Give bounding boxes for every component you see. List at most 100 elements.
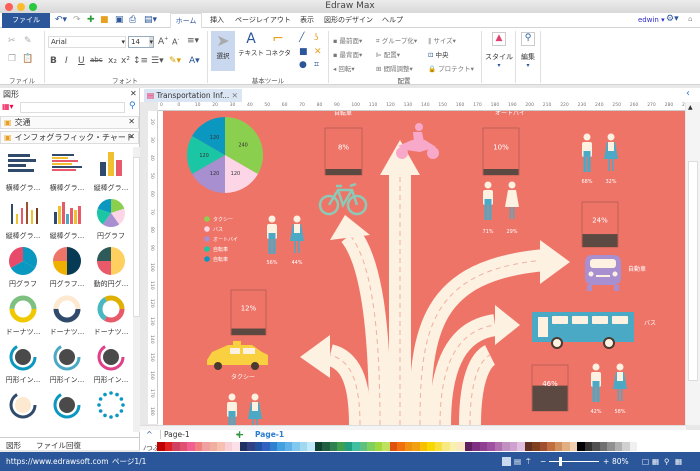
page-select[interactable]: Page-1 ▾ bbox=[160, 430, 240, 439]
fit-page-icon[interactable]: □ bbox=[642, 452, 649, 471]
color-swatch[interactable] bbox=[547, 442, 555, 451]
zoom-slider[interactable] bbox=[549, 457, 599, 466]
color-swatch[interactable] bbox=[607, 442, 615, 451]
color-swatch[interactable] bbox=[367, 442, 375, 451]
color-swatch[interactable] bbox=[337, 442, 345, 451]
panel-scrollbar[interactable] bbox=[133, 147, 140, 432]
tab-file-recovery[interactable]: ファイル回復 bbox=[36, 440, 81, 451]
export-icon[interactable]: ▤▾ bbox=[144, 15, 157, 25]
color-swatch[interactable] bbox=[524, 442, 532, 451]
bold-icon[interactable]: B bbox=[50, 56, 57, 66]
shape-item[interactable]: 円形イン... bbox=[90, 342, 132, 385]
presentation-icon[interactable]: ⍑ bbox=[526, 452, 531, 471]
collapse-ribbon-icon[interactable]: ⌂ bbox=[688, 15, 692, 23]
format-painter-icon[interactable]: ✎ bbox=[24, 36, 32, 46]
color-swatch[interactable] bbox=[419, 442, 427, 451]
color-swatch[interactable] bbox=[599, 442, 607, 451]
group-button[interactable]: ⌗ グループ化▾ bbox=[376, 35, 417, 46]
shape-item[interactable]: 縦棒グラ... bbox=[2, 198, 44, 241]
color-swatch[interactable] bbox=[352, 442, 360, 451]
color-swatch[interactable] bbox=[202, 442, 210, 451]
crop-icon[interactable]: ⌗ bbox=[314, 60, 319, 70]
color-swatch[interactable] bbox=[179, 442, 187, 451]
italic-icon[interactable]: I bbox=[65, 56, 68, 66]
copy-icon[interactable]: ❐ bbox=[8, 54, 16, 64]
color-swatch[interactable] bbox=[427, 442, 435, 451]
shape-item[interactable]: 横棒グラ... bbox=[2, 150, 44, 193]
center-button[interactable]: ⊡ 中央 bbox=[428, 49, 449, 59]
page-tab[interactable]: Page-1 bbox=[255, 430, 284, 439]
color-swatch[interactable] bbox=[382, 442, 390, 451]
zoom-in-icon[interactable]: + bbox=[603, 452, 609, 471]
size-button[interactable]: ‖ サイズ▾ bbox=[428, 35, 456, 45]
shape-item[interactable]: ドーナツ... bbox=[46, 294, 88, 337]
website-link[interactable]: https://www.edrawsoft.com bbox=[6, 452, 109, 471]
color-swatch[interactable] bbox=[284, 442, 292, 451]
color-swatch[interactable] bbox=[434, 442, 442, 451]
curve-shape-icon[interactable]: ʖ bbox=[314, 33, 319, 43]
color-swatch[interactable] bbox=[577, 442, 585, 451]
color-swatch[interactable] bbox=[614, 442, 622, 451]
color-swatch[interactable] bbox=[517, 442, 525, 451]
color-swatch[interactable] bbox=[262, 442, 270, 451]
color-swatch[interactable] bbox=[622, 442, 630, 451]
color-swatch[interactable] bbox=[329, 442, 337, 451]
shape-item[interactable]: 円形イン... bbox=[2, 342, 44, 385]
select-tool-button[interactable]: ➤ 選択 bbox=[211, 31, 235, 71]
color-swatch[interactable] bbox=[584, 442, 592, 451]
cut-icon[interactable]: ✂ bbox=[8, 36, 16, 46]
send-back-button[interactable]: ▪ 最背面▾ bbox=[333, 49, 362, 59]
color-swatch[interactable] bbox=[292, 442, 300, 451]
color-swatch[interactable] bbox=[164, 442, 172, 451]
shape-item[interactable]: 円グラフ bbox=[2, 246, 44, 289]
cross-point-icon[interactable]: ✕ bbox=[314, 47, 322, 57]
align-button[interactable]: ⊫ 配置▾ bbox=[376, 49, 400, 59]
shape-item[interactable]: 動的円グ... bbox=[90, 246, 132, 289]
save-icon[interactable]: ▣ bbox=[115, 15, 124, 25]
tab-help[interactable]: ヘルプ bbox=[382, 13, 403, 28]
new-icon[interactable]: ✚ bbox=[87, 15, 95, 25]
fit-width-icon[interactable]: ▦ bbox=[652, 452, 659, 471]
page-view-icon[interactable] bbox=[502, 457, 511, 466]
color-swatch[interactable] bbox=[569, 442, 577, 451]
line-spacing-icon[interactable]: ↕≡ bbox=[133, 56, 148, 66]
color-swatch[interactable] bbox=[412, 442, 420, 451]
color-swatch[interactable] bbox=[532, 442, 540, 451]
color-swatch[interactable] bbox=[239, 442, 247, 451]
color-swatch[interactable] bbox=[217, 442, 225, 451]
tab-insert[interactable]: 挿入 bbox=[210, 13, 224, 28]
collapse-right-panel-icon[interactable]: ‹ bbox=[686, 88, 690, 99]
text-tool-button[interactable]: A テキスト bbox=[237, 31, 265, 71]
shape-search-input[interactable] bbox=[20, 102, 125, 113]
add-page-icon[interactable]: + bbox=[235, 428, 244, 441]
distribute-button[interactable]: ⊞ 間隔調整▾ bbox=[376, 63, 413, 73]
shape-item[interactable] bbox=[46, 390, 88, 423]
color-swatch[interactable] bbox=[194, 442, 202, 451]
color-swatch[interactable] bbox=[494, 442, 502, 451]
color-swatch[interactable] bbox=[562, 442, 570, 451]
color-swatch[interactable] bbox=[404, 442, 412, 451]
shape-item[interactable]: 横棒グラ... bbox=[46, 150, 88, 193]
paste-icon[interactable]: 📋 bbox=[22, 54, 33, 64]
color-swatch[interactable] bbox=[479, 442, 487, 451]
rectangle-shape-icon[interactable]: ■ bbox=[299, 47, 308, 57]
connector-tool-button[interactable]: ⌐ コネクタ bbox=[264, 31, 292, 71]
drawing-canvas[interactable]: 240 タクシー 120 バス 120 オートバイ 120 自転車 120 自転車 8% 自転車 10%… bbox=[158, 109, 685, 432]
color-swatch[interactable] bbox=[224, 442, 232, 451]
open-icon[interactable]: ■ bbox=[100, 15, 109, 25]
color-swatch[interactable] bbox=[254, 442, 262, 451]
color-swatch[interactable] bbox=[209, 442, 217, 451]
protect-button[interactable]: 🔒 プロテクト▾ bbox=[428, 63, 474, 73]
color-swatch[interactable] bbox=[449, 442, 457, 451]
zoom-slider-thumb[interactable] bbox=[559, 457, 562, 466]
shape-item[interactable] bbox=[2, 390, 44, 423]
library-close-icon[interactable]: ✕ bbox=[128, 132, 135, 141]
maximize-window-button[interactable] bbox=[29, 3, 37, 11]
tab-shapes[interactable]: 図形 bbox=[6, 440, 21, 451]
color-swatch[interactable] bbox=[592, 442, 600, 451]
color-swatch[interactable] bbox=[277, 442, 285, 451]
shape-item[interactable]: 縦棒グラ... bbox=[90, 150, 132, 193]
color-swatch[interactable] bbox=[232, 442, 240, 451]
shrink-font-icon[interactable]: A- bbox=[172, 37, 179, 47]
document-tab[interactable]: ▤ Transportation Inf... ✕ bbox=[144, 89, 242, 102]
